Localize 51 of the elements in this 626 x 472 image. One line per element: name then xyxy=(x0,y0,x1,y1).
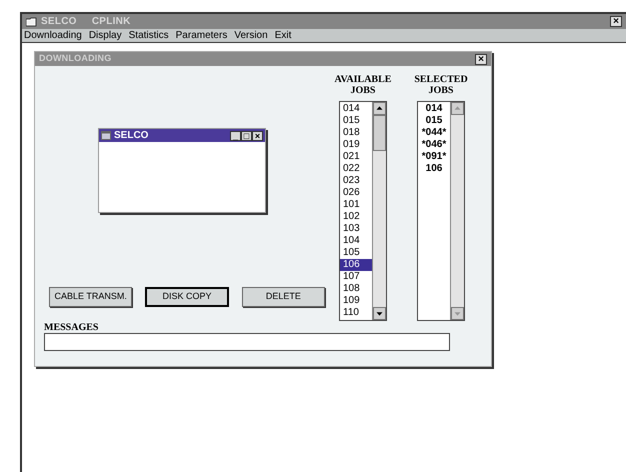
job-item[interactable]: *046* xyxy=(422,139,446,151)
job-item[interactable]: 105 xyxy=(340,247,372,259)
job-item[interactable]: 106 xyxy=(340,259,372,271)
window-control-button[interactable]: × xyxy=(252,130,263,140)
scroll-thumb[interactable] xyxy=(373,115,386,151)
window-control-button[interactable]: □ xyxy=(241,130,252,140)
window-title: SELCO CPLINK xyxy=(41,15,131,29)
job-item[interactable]: 109 xyxy=(340,295,372,307)
job-item[interactable]: 022 xyxy=(340,163,372,175)
job-item[interactable]: 101 xyxy=(340,199,372,211)
menu-item[interactable]: Parameters xyxy=(176,30,228,42)
scrollbar[interactable] xyxy=(372,102,386,320)
job-item[interactable]: 014 xyxy=(426,103,442,115)
menu-item[interactable]: Exit xyxy=(274,30,292,42)
job-item[interactable]: 018 xyxy=(340,127,372,139)
job-item[interactable]: 103 xyxy=(340,223,372,235)
menu-item[interactable]: Version xyxy=(234,30,268,42)
job-item[interactable]: 023 xyxy=(340,175,372,187)
job-item[interactable]: 026 xyxy=(340,187,372,199)
close-button[interactable]: × xyxy=(475,54,487,64)
folder-icon xyxy=(26,16,37,26)
close-button[interactable]: × xyxy=(610,16,622,27)
messages-label: MESSAGES xyxy=(44,322,100,333)
job-item[interactable]: 108 xyxy=(340,283,372,295)
job-item[interactable]: 015 xyxy=(340,115,372,127)
job-item[interactable]: 104 xyxy=(340,235,372,247)
child-window-title: SELCO xyxy=(114,130,148,142)
scroll-up-icon[interactable] xyxy=(373,102,386,115)
job-item[interactable]: *091* xyxy=(422,151,446,163)
job-item[interactable]: 021 xyxy=(340,151,372,163)
job-item[interactable]: 014 xyxy=(340,103,372,115)
job-item[interactable]: 019 xyxy=(340,139,372,151)
menu-item[interactable]: Display xyxy=(88,30,122,42)
job-item[interactable]: 102 xyxy=(340,211,372,223)
job-item[interactable]: 110 xyxy=(340,307,372,319)
dialog-title: DOWNLOADING xyxy=(39,52,112,66)
window-control-button[interactable]: _ xyxy=(230,130,241,140)
job-item[interactable]: 015 xyxy=(426,115,442,127)
job-item[interactable]: 106 xyxy=(426,163,442,175)
job-item[interactable]: 107 xyxy=(340,271,372,283)
scroll-down-icon[interactable] xyxy=(373,307,386,320)
window-icon xyxy=(101,131,111,140)
menu-item[interactable]: Downloading xyxy=(24,30,82,42)
action-button[interactable]: CABLE TRANSM. xyxy=(49,287,132,307)
action-button[interactable]: DELETE xyxy=(242,287,325,307)
messages-field[interactable] xyxy=(44,333,450,351)
available-jobs-heading: AVAILABLE JOBS xyxy=(334,74,392,96)
job-item[interactable]: *044* xyxy=(422,127,446,139)
selected-jobs-heading: SELECTED JOBS xyxy=(413,74,469,96)
action-button[interactable]: DISK COPY xyxy=(145,287,229,307)
menu-item[interactable]: Statistics xyxy=(128,30,169,42)
